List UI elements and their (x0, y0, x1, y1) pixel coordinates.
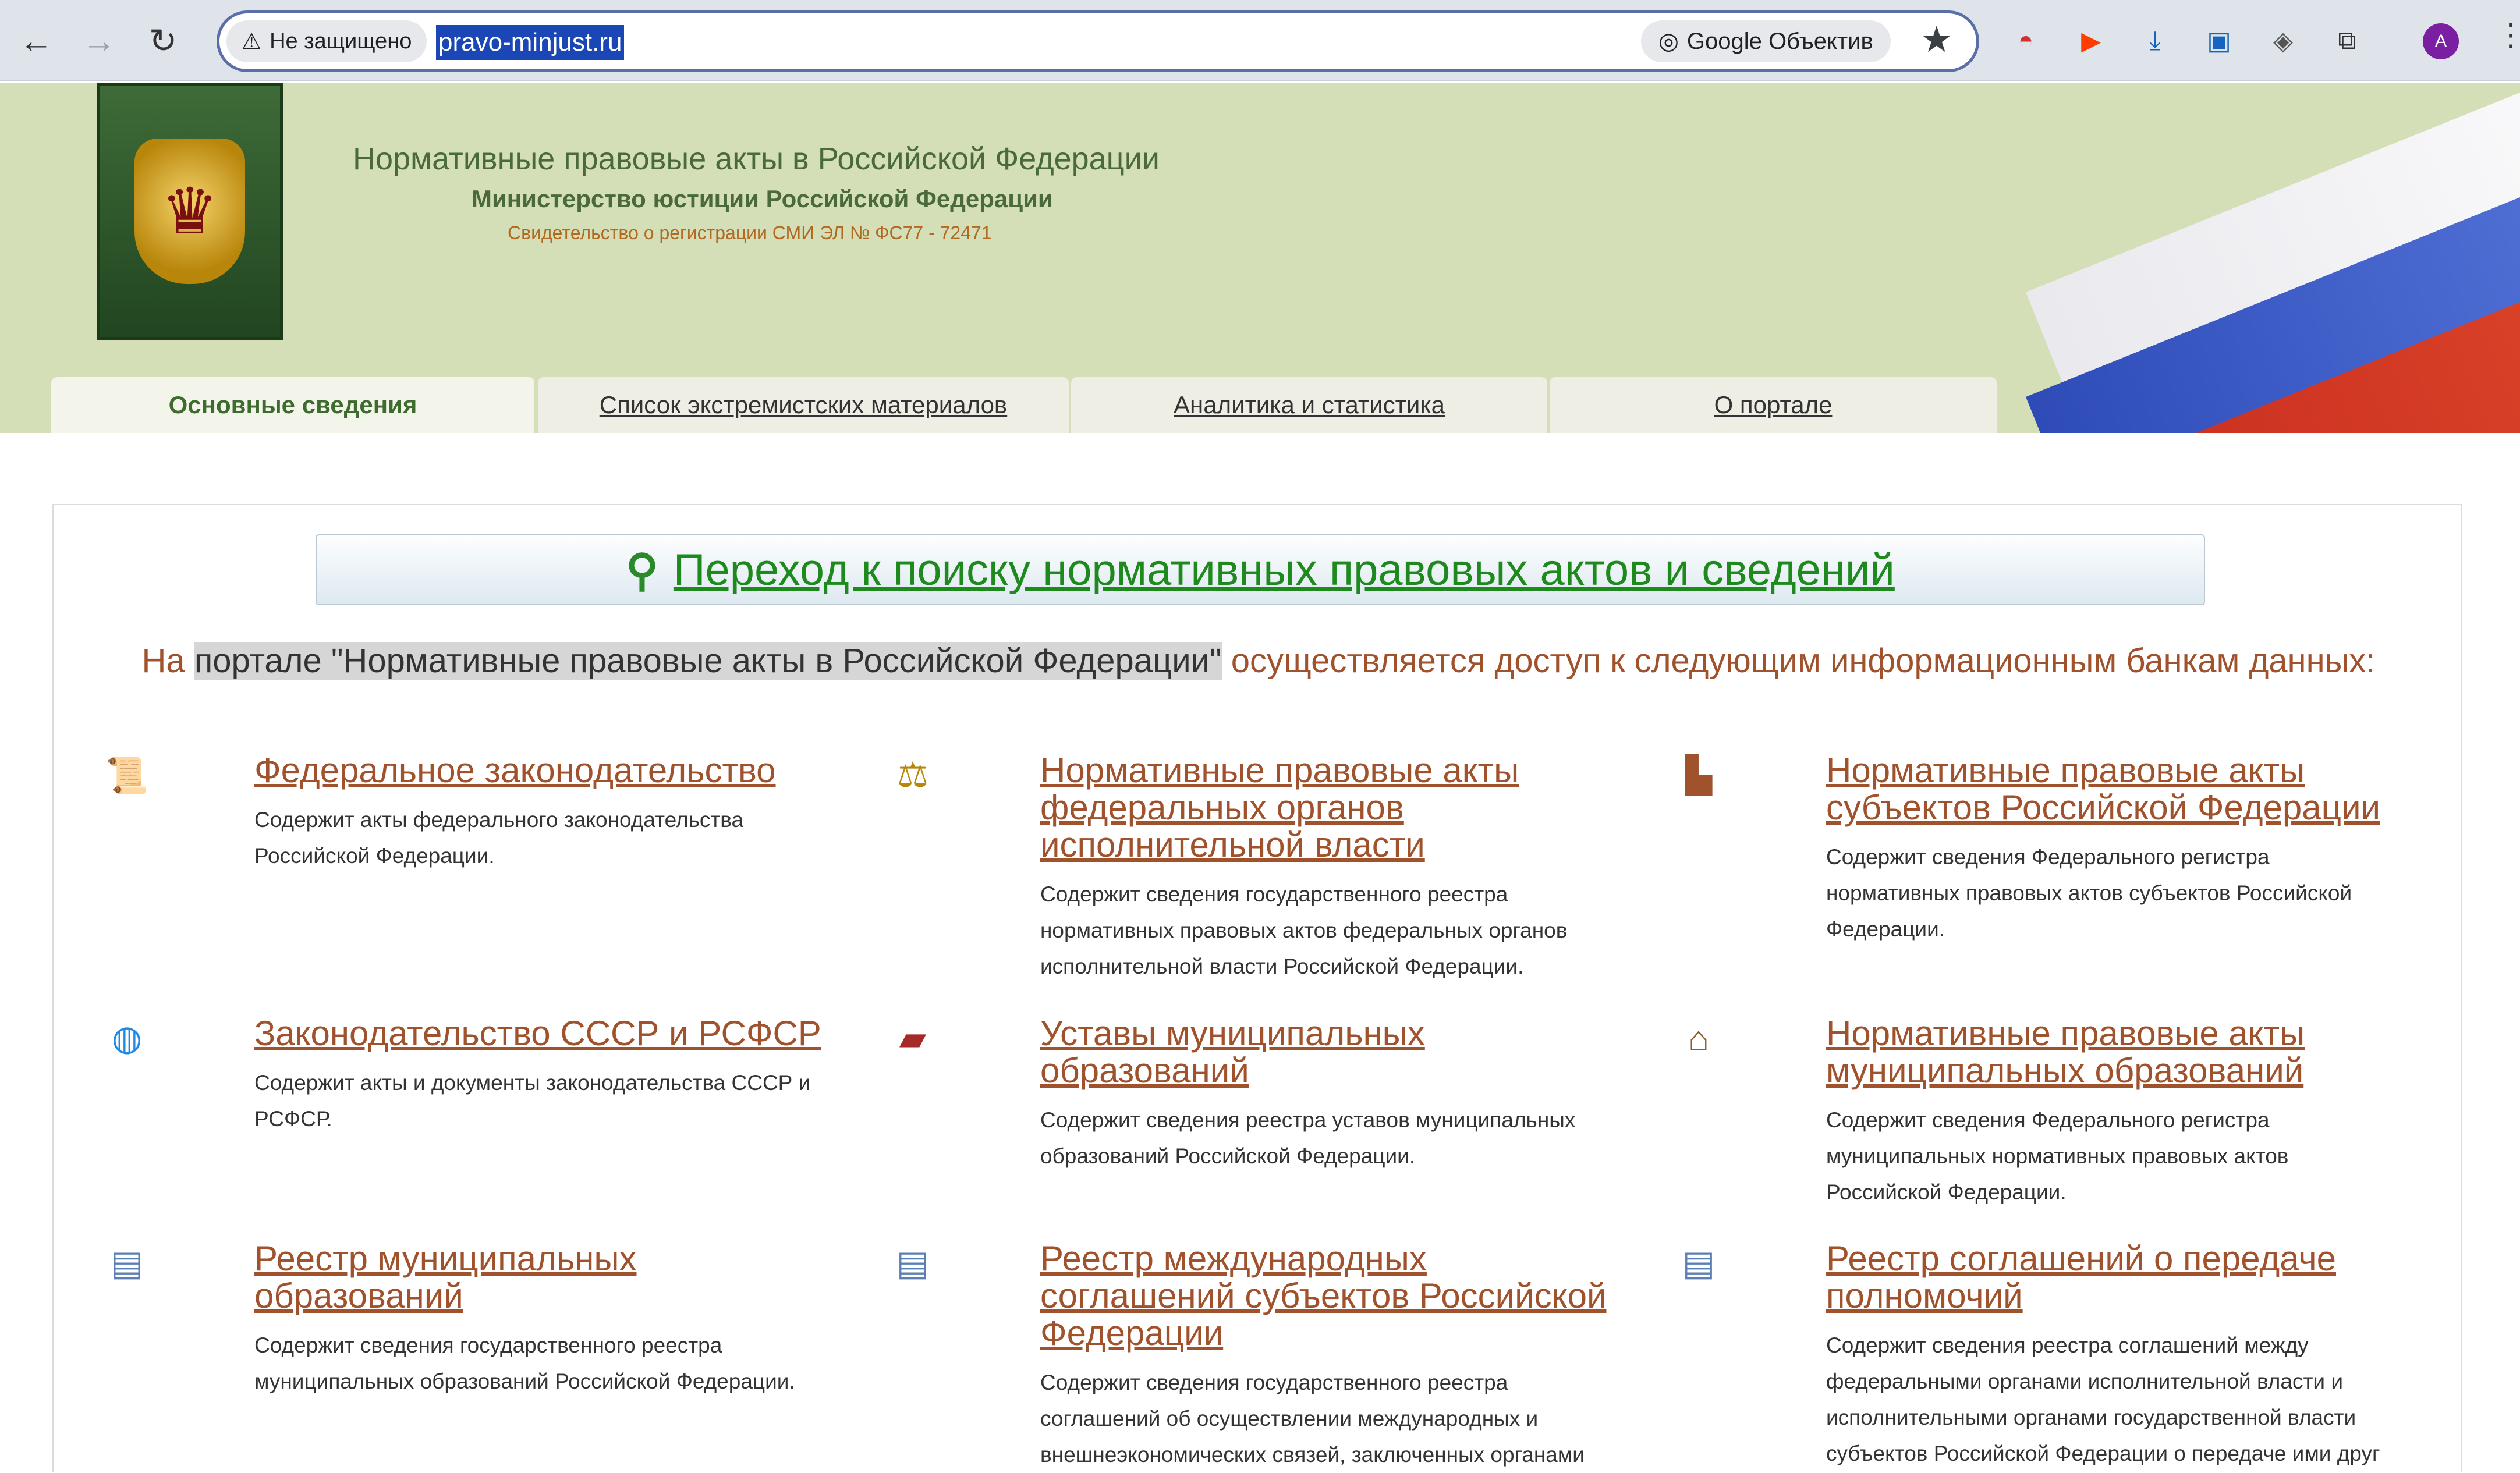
database-item-subjects: ▙ Нормативные правовые акты субъектов Рос… (1685, 752, 2408, 947)
item-description: Содержит сведения Федерального регистра … (1826, 845, 2352, 941)
site-title: Нормативные правовые акты в Российской Ф… (353, 141, 1160, 176)
document-icon: ▤ (110, 1244, 144, 1283)
intro-text: На портале "Нормативные правовые акты в … (54, 641, 2464, 680)
browser-toolbar: ← → ↻ ⚠ Не защищено pravo-minjust.ru ◎ Goo… (0, 0, 2520, 81)
back-arrow-icon[interactable]: ← (13, 17, 59, 64)
google-lens-button[interactable]: ◎ Google Объектив (1641, 20, 1891, 62)
coat-of-arms-logo: ♛ (97, 83, 283, 340)
database-item-charters: ▰ Уставы муниципальных образований Содержи… (899, 1015, 1622, 1174)
download-extension-icon[interactable]: ⤓ (2136, 22, 2174, 59)
scales-icon: ⚖ (897, 755, 928, 794)
registration-certificate: Свидетельство о регистрации СМИ ЭЛ № ФС7… (508, 222, 992, 243)
intro-after: осуществляется доступ к следующим информ… (1221, 642, 2376, 680)
database-item-municipal-registry: ▤ Реестр муниципальных образований Содержи… (111, 1240, 837, 1400)
database-item-ussr: ◍ Законодательство СССР и РСФСР Содержит а… (112, 1015, 837, 1137)
item-link[interactable]: Нормативные правовые акты муниципальных … (1826, 1015, 2408, 1089)
item-description: Содержит акты федерального законодательс… (254, 808, 744, 868)
youtube-extension-icon[interactable]: ▶ (2072, 22, 2110, 59)
item-link[interactable]: Нормативные правовые акты федеральных ор… (1040, 752, 1622, 864)
intro-before: На (141, 642, 194, 680)
item-link[interactable]: Нормативные правовые акты субъектов Росс… (1826, 752, 2408, 826)
item-link[interactable]: Уставы муниципальных образований (1040, 1015, 1622, 1089)
database-item-municipal-acts: ⌂ Нормативные правовые акты муниципальных… (1688, 1015, 2408, 1211)
item-description: Содержит сведения реестра уставов муници… (1040, 1108, 1576, 1168)
database-item-powers: ▤ Реестр соглашений о передаче полномочий… (1682, 1240, 2408, 1472)
database-item-federal: 📜 Федеральное законодательство Содержит ак… (105, 752, 837, 874)
profile-avatar[interactable]: A (2423, 23, 2459, 59)
menu-kebab-icon[interactable]: ⋮ (2495, 16, 2520, 53)
lens-label: Google Объектив (1686, 28, 1873, 54)
emblem-doc-icon: 📜 (105, 755, 149, 795)
bookmark-star-icon[interactable]: ★ (1920, 18, 1953, 61)
search-icon: ⚲ (626, 545, 658, 595)
site-header: ♛ Нормативные правовые акты в Российской… (0, 83, 2520, 433)
tab-analytics[interactable]: Аналитика и статистика (1071, 377, 1547, 433)
forward-arrow-icon[interactable]: → (76, 17, 122, 64)
book-icon: ▰ (899, 1018, 927, 1057)
globe-icon: ◍ (111, 1018, 143, 1057)
item-link[interactable]: Реестр международных соглашений субъекто… (1040, 1240, 1622, 1352)
item-link[interactable]: Федеральное законодательство (254, 752, 837, 789)
tab-about[interactable]: О портале (1550, 377, 1997, 433)
database-item-federal-executive: ⚖ Нормативные правовые акты федеральных о… (897, 752, 1622, 985)
item-link[interactable]: Реестр соглашений о передаче полномочий (1826, 1240, 2408, 1315)
document-icon: ▤ (1682, 1244, 1716, 1283)
site-subtitle: Министерство юстиции Российской Федераци… (472, 185, 1053, 212)
search-link-button[interactable]: ⚲ Переход к поиску нормативных правовых … (316, 534, 2205, 605)
stamp-icon: ▙ (1685, 755, 1713, 794)
security-chip[interactable]: ⚠ Не защищено (226, 20, 427, 62)
save-extension-icon[interactable]: ▣ (2200, 22, 2238, 59)
tab-extremist-list[interactable]: Список экстремистских материалов (538, 377, 1069, 433)
item-description: Содержит сведения Федерального регистра … (1826, 1108, 2289, 1204)
item-description: Содержит сведения государственного реест… (1040, 882, 1568, 978)
database-item-international: ▤ Реестр международных соглашений субъект… (896, 1240, 1622, 1473)
eagle-emblem-icon: ♛ (134, 139, 245, 284)
url-text[interactable]: pravo-minjust.ru (436, 25, 625, 60)
vpn-extension-icon[interactable]: ◈ (2264, 22, 2302, 59)
intro-highlight: портале "Нормативные правовые акты в Рос… (194, 642, 1222, 680)
item-link[interactable]: Законодательство СССР и РСФСР (254, 1015, 837, 1052)
item-description: Содержит сведения государственного реест… (254, 1333, 795, 1393)
warning-icon: ⚠ (242, 29, 262, 54)
search-link-text[interactable]: Переход к поиску нормативных правовых ак… (674, 545, 1895, 595)
extensions-puzzle-icon[interactable]: ⧉ (2328, 22, 2366, 59)
reload-icon[interactable]: ↻ (140, 17, 186, 64)
item-description: Содержит сведения государственного реест… (1040, 1371, 1585, 1467)
item-link[interactable]: Реестр муниципальных образований (254, 1240, 837, 1315)
item-description: Содержит акты и документы законодательст… (254, 1071, 811, 1131)
house-icon: ⌂ (1688, 1018, 1710, 1058)
tab-main-info[interactable]: Основные сведения (51, 377, 534, 433)
item-description: Содержит сведения реестра соглашений меж… (1826, 1333, 2380, 1465)
main-content: ⚲ Переход к поиску нормативных правовых … (52, 504, 2462, 1472)
address-bar[interactable]: ⚠ Не защищено pravo-minjust.ru ◎ Google Об… (217, 10, 1979, 72)
security-label: Не защищено (270, 29, 412, 54)
document-icon: ▤ (896, 1244, 930, 1283)
lens-icon: ◎ (1658, 29, 1679, 54)
pokeball-extension-icon[interactable]: ◓ (2007, 22, 2044, 59)
russian-flag-image (2026, 83, 2520, 433)
